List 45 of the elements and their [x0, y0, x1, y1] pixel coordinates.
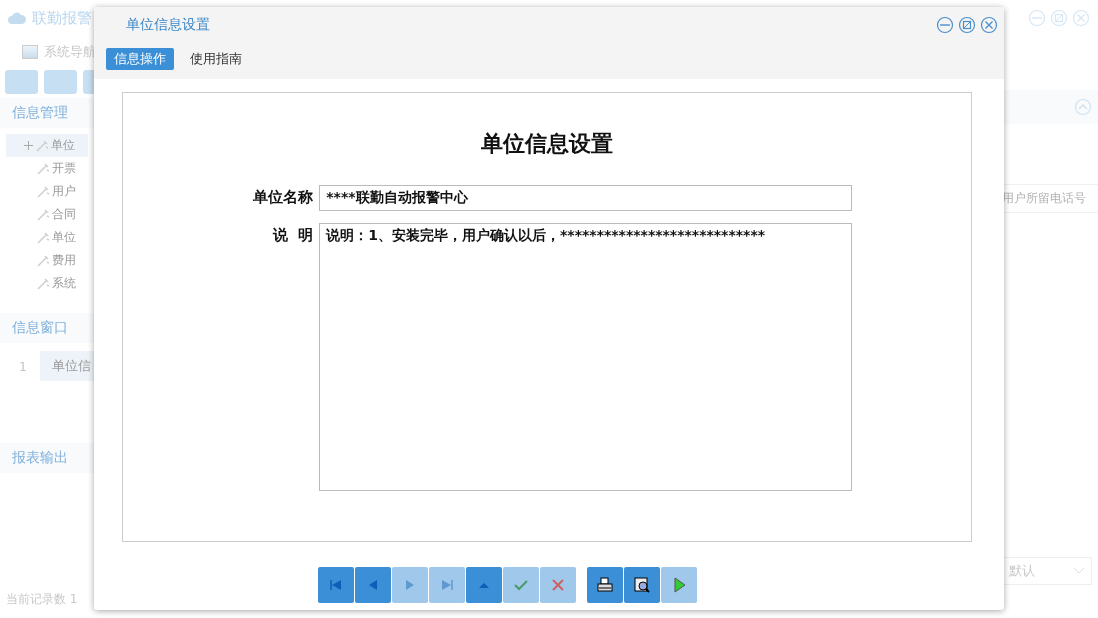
wand-icon: [36, 230, 50, 245]
printer-icon: [596, 576, 614, 594]
app-title: 联勤报警: [32, 8, 92, 28]
up-triangle-icon: [479, 582, 489, 588]
dialog-title: 单位信息设置: [125, 16, 210, 34]
first-record-button[interactable]: [318, 567, 354, 603]
printer-button[interactable]: [587, 567, 623, 603]
chevron-down-icon: [1073, 567, 1085, 575]
tab[interactable]: 信息操作: [106, 48, 174, 70]
maximize-icon[interactable]: [958, 16, 976, 34]
wand-icon: [36, 161, 50, 176]
toolbar-button[interactable]: [44, 70, 77, 94]
close-icon[interactable]: [980, 16, 998, 34]
collapse-icon[interactable]: [1074, 98, 1092, 116]
window-row[interactable]: 单位信: [40, 351, 94, 381]
tab[interactable]: 使用指南: [182, 48, 250, 70]
previous-button[interactable]: [355, 567, 391, 603]
minimize-icon[interactable]: [936, 16, 954, 34]
wand-icon: [35, 138, 49, 153]
field-label: 说 明: [271, 225, 314, 246]
wand-icon: [36, 253, 50, 268]
description-field[interactable]: 说明：1、安装完毕，用户确认以后，****************************: [319, 223, 852, 491]
tree-item[interactable]: 系统: [6, 272, 88, 295]
wand-icon: [36, 207, 50, 222]
section-header[interactable]: 信息管理: [0, 98, 94, 128]
nav-icon: [22, 45, 38, 59]
up-triangle-button[interactable]: [466, 567, 502, 603]
section-header[interactable]: 报表输出: [0, 443, 94, 473]
tree-item[interactable]: 开票: [6, 157, 88, 180]
form-title: 单位信息设置: [481, 129, 613, 158]
wand-icon: [36, 184, 50, 199]
print-preview-icon: [633, 576, 651, 594]
tree-item[interactable]: 合同: [6, 203, 88, 226]
section-header[interactable]: 信息窗口: [0, 313, 94, 343]
tree-item[interactable]: 费用: [6, 249, 88, 272]
tree-item[interactable]: 用户: [6, 180, 88, 203]
wand-icon: [36, 276, 50, 291]
tree-item[interactable]: 单位: [6, 226, 88, 249]
search-button[interactable]: [5, 70, 38, 94]
field-label: 单位名称: [252, 187, 314, 208]
expand-icon[interactable]: [24, 141, 33, 150]
print-preview-button[interactable]: [624, 567, 660, 603]
cloud-icon: [8, 11, 26, 25]
name-field[interactable]: ****联勤自动报警中心: [319, 185, 852, 211]
tree-item[interactable]: 单位: [6, 134, 88, 157]
